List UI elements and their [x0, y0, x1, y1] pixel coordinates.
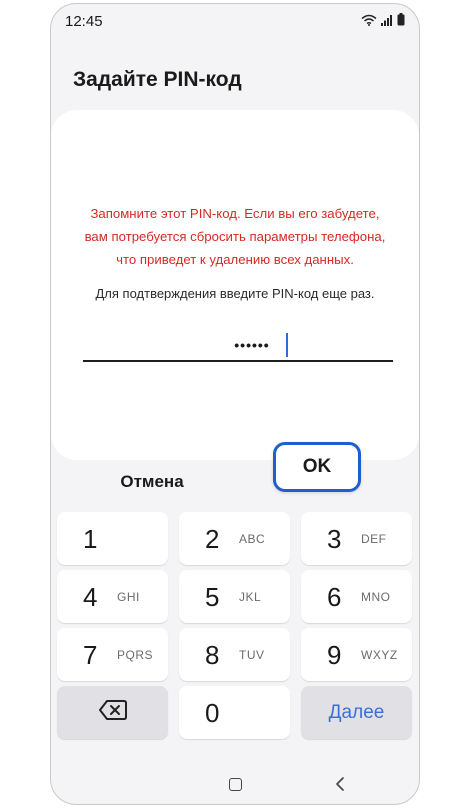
backspace-key-content	[57, 686, 168, 739]
key-letters: PQRS	[117, 648, 154, 662]
next-key-label: Далее	[328, 701, 385, 723]
key-letters: WXYZ	[361, 648, 398, 662]
backspace-icon	[98, 699, 128, 726]
backspace-key[interactable]	[57, 686, 168, 739]
key-8[interactable]: 8 TUV	[179, 628, 290, 681]
next-key[interactable]: Далее	[301, 686, 412, 739]
key-letters: JKL	[239, 590, 262, 604]
key-digit: 4	[83, 582, 98, 612]
warning-line-2: вам потребуется сбросить параметры телеф…	[84, 229, 386, 244]
key-0[interactable]: 0	[179, 686, 290, 739]
wifi-icon	[361, 14, 377, 26]
key-2[interactable]: 2 ABC	[179, 512, 290, 565]
key-digit: 0	[205, 698, 220, 728]
warning-line-3: что приведет к удалению всех данных.	[116, 252, 354, 267]
status-time: 12:45	[65, 13, 103, 30]
key-7[interactable]: 7 PQRS	[57, 628, 168, 681]
cancel-button[interactable]: Отмена	[97, 468, 207, 496]
key-digit: 2	[205, 524, 220, 554]
key-5[interactable]: 5 JKL	[179, 570, 290, 623]
warning-line-1: Запомните этот PIN-код. Если вы его забу…	[90, 206, 380, 221]
key-digit: 8	[205, 640, 220, 670]
key-4[interactable]: 4 GHI	[57, 570, 168, 623]
key-letters: ABC	[239, 532, 266, 546]
page-title: Задайте PIN-код	[73, 68, 242, 91]
warning-message: Запомните этот PIN-код. Если вы его забу…	[67, 202, 403, 271]
pin-input-underline	[83, 360, 393, 362]
home-icon[interactable]	[229, 778, 242, 791]
next-key-content: Далее	[301, 686, 412, 739]
status-icons	[361, 13, 405, 26]
confirm-instruction: Для подтверждения введите PIN-код еще ра…	[95, 286, 375, 301]
pin-masked-value: ••••••	[234, 337, 270, 353]
pin-dialog-card: Запомните этот PIN-код. Если вы его забу…	[51, 110, 419, 460]
ok-button[interactable]: OK	[273, 442, 361, 492]
status-bar: 12:45	[51, 4, 419, 38]
key-1[interactable]: 1	[57, 512, 168, 565]
key-digit: 6	[327, 582, 342, 612]
cellular-signal-icon	[381, 14, 393, 26]
key-letters: DEF	[361, 532, 387, 546]
key-3[interactable]: 3 DEF	[301, 512, 412, 565]
key-letters: GHI	[117, 590, 140, 604]
text-cursor	[286, 333, 288, 357]
key-letters: MNO	[361, 590, 391, 604]
key-digit: 7	[83, 640, 98, 670]
battery-icon	[397, 13, 405, 26]
pin-input[interactable]: ••••••	[83, 330, 393, 362]
key-digit: 9	[327, 640, 342, 670]
key-digit: 3	[327, 524, 342, 554]
dialog-actions: Отмена OK	[51, 440, 419, 496]
key-6[interactable]: 6 MNO	[301, 570, 412, 623]
key-digit: 5	[205, 582, 220, 612]
key-letters: TUV	[239, 648, 265, 662]
key-digit: 1	[83, 524, 98, 554]
navigation-bar	[51, 764, 419, 804]
key-9[interactable]: 9 WXYZ	[301, 628, 412, 681]
phone-frame: 12:45 Задайте PIN-код Запомните этот PIN…	[50, 3, 420, 805]
back-icon[interactable]	[335, 776, 345, 797]
